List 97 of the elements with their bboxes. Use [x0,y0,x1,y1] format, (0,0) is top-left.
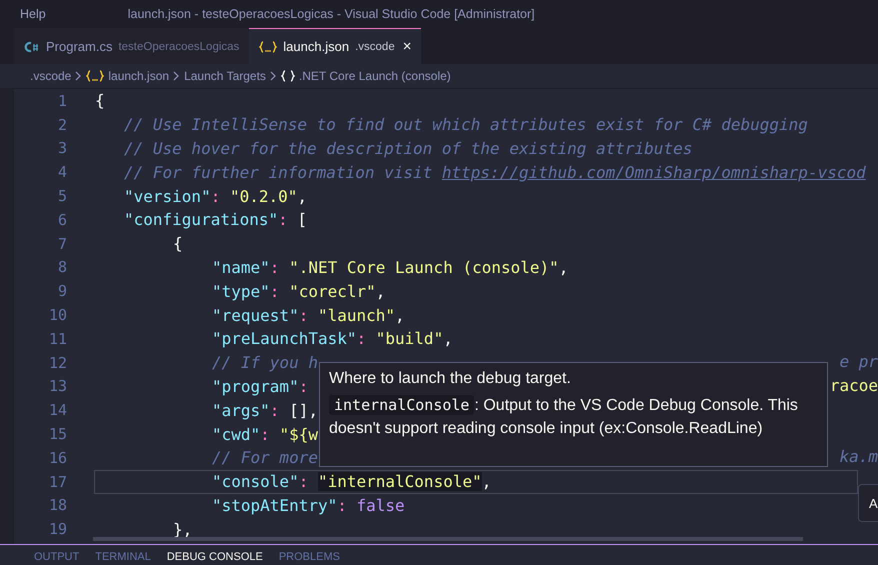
csharp-icon [24,40,40,52]
code-token: : [210,186,222,206]
line-number: 11 [48,330,67,348]
code-token: racoe [830,376,878,395]
code-token: "launch" [318,306,396,325]
code-token: "configurations" [124,210,278,230]
code-token: : [298,376,310,396]
code-token: e pr [839,352,878,371]
breadcrumb-item[interactable]: launch.json [108,69,170,83]
hover-title: Where to launch the debug target. [329,369,572,389]
braces-icon [280,70,295,82]
code-token: false [356,496,405,515]
breadcrumb-item[interactable]: .vscode [30,69,72,83]
tab-label: Program.cs [46,39,112,54]
close-icon[interactable]: × [402,38,412,55]
code-token: // If you h [212,353,318,372]
code-token: ".NET Core Launch (console)" [289,258,559,277]
code-token: : [356,329,368,348]
chevron-icon [173,71,180,81]
line-number: 1 [56,92,67,110]
code-token: // Use hover for the description of the existing attributes [124,139,692,158]
code-token: , [395,306,405,325]
line-number: 4 [56,163,67,182]
line-number: 10 [48,306,67,324]
code-token: "preLaunchTask" [212,329,356,348]
code-token: : [298,306,310,325]
code-token: // Use IntelliSense to find out which attributes exist for C# debugging [124,115,808,134]
braces-icon [259,40,278,52]
code-token: [ [297,210,308,230]
code-token: "args" [212,400,270,420]
code-token: ka.m [839,446,878,466]
line-number: 2 [56,116,67,134]
line-number: 17 [48,472,67,491]
line-number: 16 [48,448,67,467]
code-token: : [270,258,280,277]
editor-tab[interactable]: launch.json .vscode × [249,28,422,64]
breadcrumb-item[interactable]: .NET Core Launch (console) [298,69,451,83]
side-button[interactable]: A [858,484,878,522]
code-token: : [278,210,289,230]
code-token: "version" [124,186,211,206]
code-token: : [298,472,310,492]
code-token: { [95,91,105,110]
line-number: 9 [56,282,67,300]
line-number: 5 [56,187,67,206]
link[interactable]: https://github.com/OmniSharp/omnisharp-vscod [442,162,866,182]
panel-tab[interactable]: TERMINAL [95,551,151,565]
breadcrumb-item[interactable]: Launch Targets [184,69,266,83]
line-number: 6 [56,210,67,229]
chevron-icon [75,71,82,81]
code-token: , [297,186,308,206]
line-number: 18 [48,496,67,514]
hover-description: internalConsole : Output to the VS Code Debug Console. This doesn't support reading console input (ex:Console.ReadLine) [329,394,799,439]
code-token: : [270,282,280,301]
code-token: : [260,424,271,444]
code-token: "cwd" [212,424,260,444]
code-token: "type" [212,282,270,301]
code-token: "console" [212,472,299,492]
menu-item[interactable]: Help [20,7,46,21]
code-token: "stopAtEntry" [212,496,338,515]
line-number: 14 [48,401,67,420]
panel-tab[interactable]: PROBLEMS [278,551,340,565]
code-token: // For more [212,448,318,468]
code-token: }, [173,520,192,539]
editor-tab[interactable]: Program.cs testeOperacoesLogicas [14,28,250,64]
panel-tab[interactable]: DEBUG CONSOLE [166,551,263,565]
code-token: : [270,400,280,420]
line-number: 8 [56,258,67,276]
tab-detail: .vscode [355,40,395,52]
code-token: "request" [212,306,299,325]
panel-tab[interactable]: OUTPUT [34,551,80,565]
code-token: { [173,234,183,254]
code-token: "internalConsole" [318,472,482,492]
scrollbar[interactable] [93,537,803,541]
line-number: 15 [48,425,67,444]
chevron-icon [270,71,277,81]
code-token: "${w [279,424,318,444]
tab-detail: testeOperacoesLogicas [118,40,240,52]
code-token: , [443,329,453,348]
tab-label: launch.json [283,39,350,54]
code-token: "0.2.0" [230,186,298,206]
line-number: 3 [56,139,67,158]
code-token: "build" [376,329,444,348]
code-token: "program" [212,376,299,396]
code-token: [], [289,400,318,420]
code-token: "coreclr" [289,282,376,301]
code-token: // For further information visit [124,162,434,182]
line-number: 7 [56,234,67,253]
code-token: , [376,282,386,301]
code-token: , [558,258,568,277]
code-token: , [482,472,492,492]
line-number: 13 [48,377,67,396]
line-number: 19 [48,520,67,538]
braces-icon [86,70,104,82]
window-title: launch.json - testeOperacoesLogicas - Visual Studio Code [Administrator] [128,7,535,21]
line-number: 12 [48,354,67,372]
code-token: "name" [212,258,270,277]
code-token: : [337,496,348,515]
